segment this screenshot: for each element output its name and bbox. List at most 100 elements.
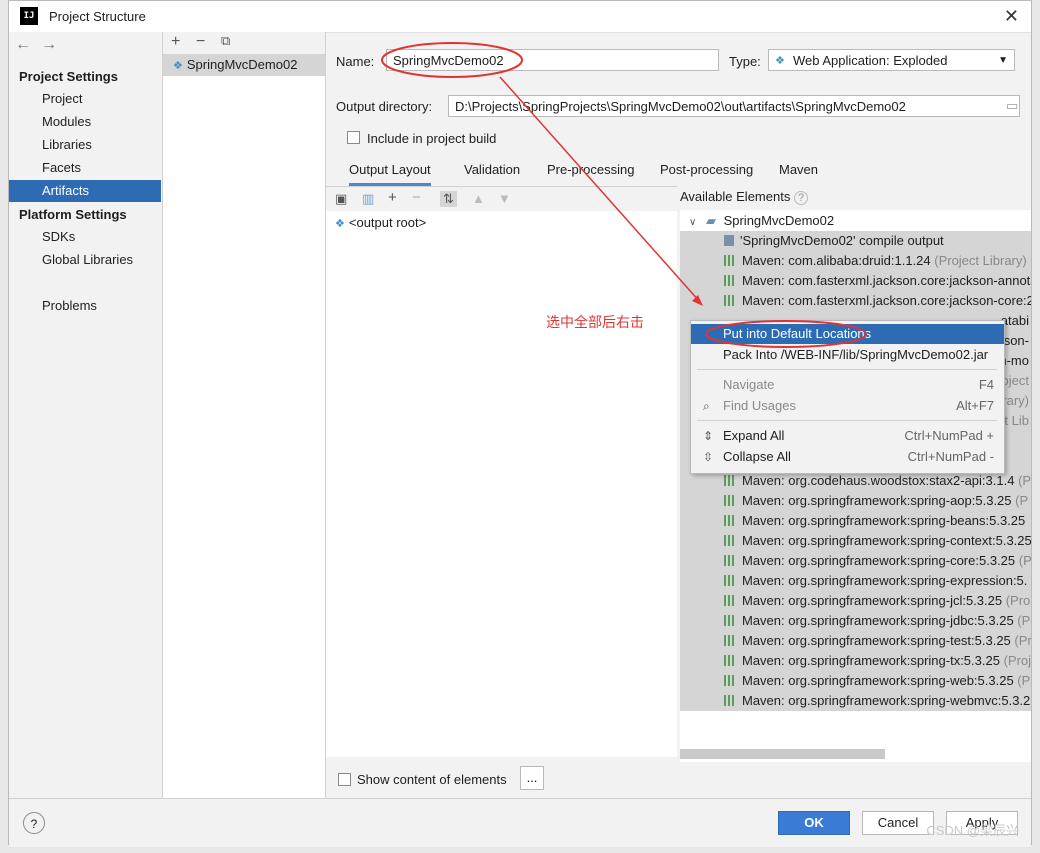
available-element-row[interactable]: 'SpringMvcDemo02' compile output [680,231,1031,251]
show-content-options-button[interactable]: ... [520,766,544,790]
nav-section-platform-settings: Platform Settings [19,207,127,222]
nav-item-project[interactable]: Project [9,88,161,110]
library-icon [724,575,736,586]
back-forward-icons[interactable]: ←→ [15,36,67,54]
show-content-checkbox[interactable] [338,773,351,786]
available-element-row[interactable]: Maven: com.fasterxml.jackson.core:jackso… [680,291,1031,311]
nav-item-artifacts[interactable]: Artifacts [9,180,161,202]
menu-item-collapse-all[interactable]: ⇳ Collapse All Ctrl+NumPad - [691,447,1004,467]
available-element-row[interactable]: Maven: com.alibaba:druid:1.1.24 (Project… [680,251,1031,271]
available-element-row[interactable]: Maven: org.springframework:spring-jdbc:5… [680,611,1031,631]
add-copy-icon[interactable]: + [388,189,397,206]
library-icon [724,675,736,686]
menu-item-put-into-default-locations[interactable]: Put into Default Locations [691,324,1004,344]
output-root-label: <output root> [348,215,427,230]
watermark: CSDN @梁辰兴 [926,823,1019,838]
nav-item-facets[interactable]: Facets [9,157,161,179]
available-element-row[interactable]: Maven: org.springframework:spring-webmvc… [680,691,1031,711]
library-icon [724,595,736,606]
chevron-down-icon: ▼ [998,55,1008,66]
library-icon [724,695,736,706]
name-label: Name: [336,54,375,69]
new-folder-icon[interactable]: ▣ [335,191,347,207]
tab-pre-processing[interactable]: Pre-processing [547,162,634,177]
settings-nav: ←→ Project Settings Project Modules Libr… [9,32,163,798]
available-element-label: 'SpringMvcDemo02' compile output [740,233,944,248]
available-element-row[interactable]: Maven: org.springframework:spring-web:5.… [680,671,1031,691]
tab-post-processing[interactable]: Post-processing [660,162,753,177]
search-icon: ⌕ [703,399,710,413]
available-element-label: Maven: org.springframework:spring-core:5… [742,553,1016,568]
artifact-item[interactable]: ❖ SpringMvcDemo02 [163,54,325,76]
available-element-row[interactable]: Maven: org.springframework:spring-jcl:5.… [680,591,1031,611]
available-project-node[interactable]: ∨ ▰ SpringMvcDemo02 [689,211,834,231]
cancel-button[interactable]: Cancel [862,811,934,835]
available-element-row[interactable]: Maven: org.springframework:spring-aop:5.… [680,491,1031,511]
available-element-label: Maven: org.springframework:spring-web:5.… [742,673,1014,688]
add-icon[interactable]: + [171,33,180,51]
copy-icon[interactable]: ⧉ [221,33,230,49]
archive-icon[interactable]: ▥ [362,191,374,207]
library-icon [724,515,736,526]
artifact-list: + − ⧉ ❖ SpringMvcDemo02 [163,32,326,798]
library-icon [724,495,736,506]
remove-element-icon[interactable]: − [412,189,421,206]
library-icon [724,475,736,486]
available-elements-label: Available Elements ? [680,189,809,205]
menu-item-navigate[interactable]: Navigate F4 [691,375,1004,395]
available-element-row[interactable]: Maven: org.codehaus.woodstox:stax2-api:3… [680,471,1031,491]
available-element-row[interactable]: Maven: com.fasterxml.jackson.core:jackso… [680,271,1031,291]
menu-separator [697,420,997,421]
tab-maven[interactable]: Maven [779,162,818,177]
menu-item-find-usages-label: Find Usages [723,398,796,413]
library-icon [724,555,736,566]
available-element-row[interactable]: Maven: org.springframework:spring-contex… [680,531,1031,551]
output-root-node[interactable]: ❖ <output root> [335,215,426,230]
move-down-icon[interactable]: ▼ [498,191,511,206]
menu-item-find-usages[interactable]: ⌕ Find Usages Alt+F7 [691,396,1004,416]
help-circle-icon[interactable]: ? [793,191,809,205]
menu-item-pack-into[interactable]: Pack Into /WEB-INF/lib/SpringMvcDemo02.j… [691,345,1004,365]
nav-section-project-settings: Project Settings [19,69,118,84]
available-element-label: Maven: org.springframework:spring-jdbc:5… [742,613,1014,628]
available-element-row[interactable]: Maven: org.springframework:spring-tx:5.3… [680,651,1031,671]
sort-icon[interactable]: ⇅ [440,191,457,207]
compile-output-icon [724,235,734,246]
layout-toolbar: ▣ ▥ + − ⇅ ▲ ▼ [326,187,677,211]
menu-item-expand-all-shortcut: Ctrl+NumPad + [904,428,994,443]
move-up-icon[interactable]: ▲ [472,191,485,206]
menu-item-expand-all[interactable]: ⇕ Expand All Ctrl+NumPad + [691,426,1004,446]
name-input[interactable]: SpringMvcDemo02 [386,49,719,71]
available-element-row[interactable]: Maven: org.springframework:spring-beans:… [680,511,1031,531]
available-element-suffix: (Pr [1010,633,1031,648]
library-icon [724,655,736,666]
nav-item-problems[interactable]: Problems [9,295,161,317]
nav-item-global-libraries[interactable]: Global Libraries [9,249,161,271]
horizontal-scrollbar[interactable] [680,749,885,759]
artifact-item-label: SpringMvcDemo02 [186,57,298,72]
help-button[interactable]: ? [23,812,45,834]
nav-item-libraries[interactable]: Libraries [9,134,161,156]
tab-output-layout[interactable]: Output Layout [349,162,431,186]
output-directory-input[interactable]: D:\Projects\SpringProjects\SpringMvcDemo… [448,95,1020,117]
available-element-row[interactable]: Maven: org.springframework:spring-core:5… [680,551,1031,571]
annotation-text: 选中全部后右击 [546,314,644,330]
include-in-build-checkbox[interactable] [347,131,360,144]
close-icon[interactable]: ✕ [1004,6,1019,27]
nav-item-sdks[interactable]: SDKs [9,226,161,248]
collapse-all-icon: ⇳ [703,450,714,464]
available-element-suffix: (Proj [999,653,1031,668]
ok-button[interactable]: OK [778,811,850,835]
available-elements-tree: ∨ ▰ SpringMvcDemo02 'SpringMvcDemo02' co… [680,210,1031,762]
available-element-row[interactable]: Maven: org.springframework:spring-test:5… [680,631,1031,651]
available-element-suffix: (P [1013,613,1031,628]
remove-icon[interactable]: − [196,33,205,51]
available-element-suffix: (Pro [1002,593,1031,608]
nav-item-modules[interactable]: Modules [9,111,161,133]
available-element-label: Maven: org.springframework:spring-jcl:5.… [742,593,1003,608]
available-element-row[interactable]: Maven: org.springframework:spring-expres… [680,571,1031,591]
folder-icon[interactable]: ▭ [1006,98,1018,114]
menu-item-find-usages-shortcut: Alt+F7 [956,398,994,413]
tab-validation[interactable]: Validation [464,162,520,177]
type-select[interactable]: ❖ Web Application: Exploded ▼ [768,49,1015,71]
